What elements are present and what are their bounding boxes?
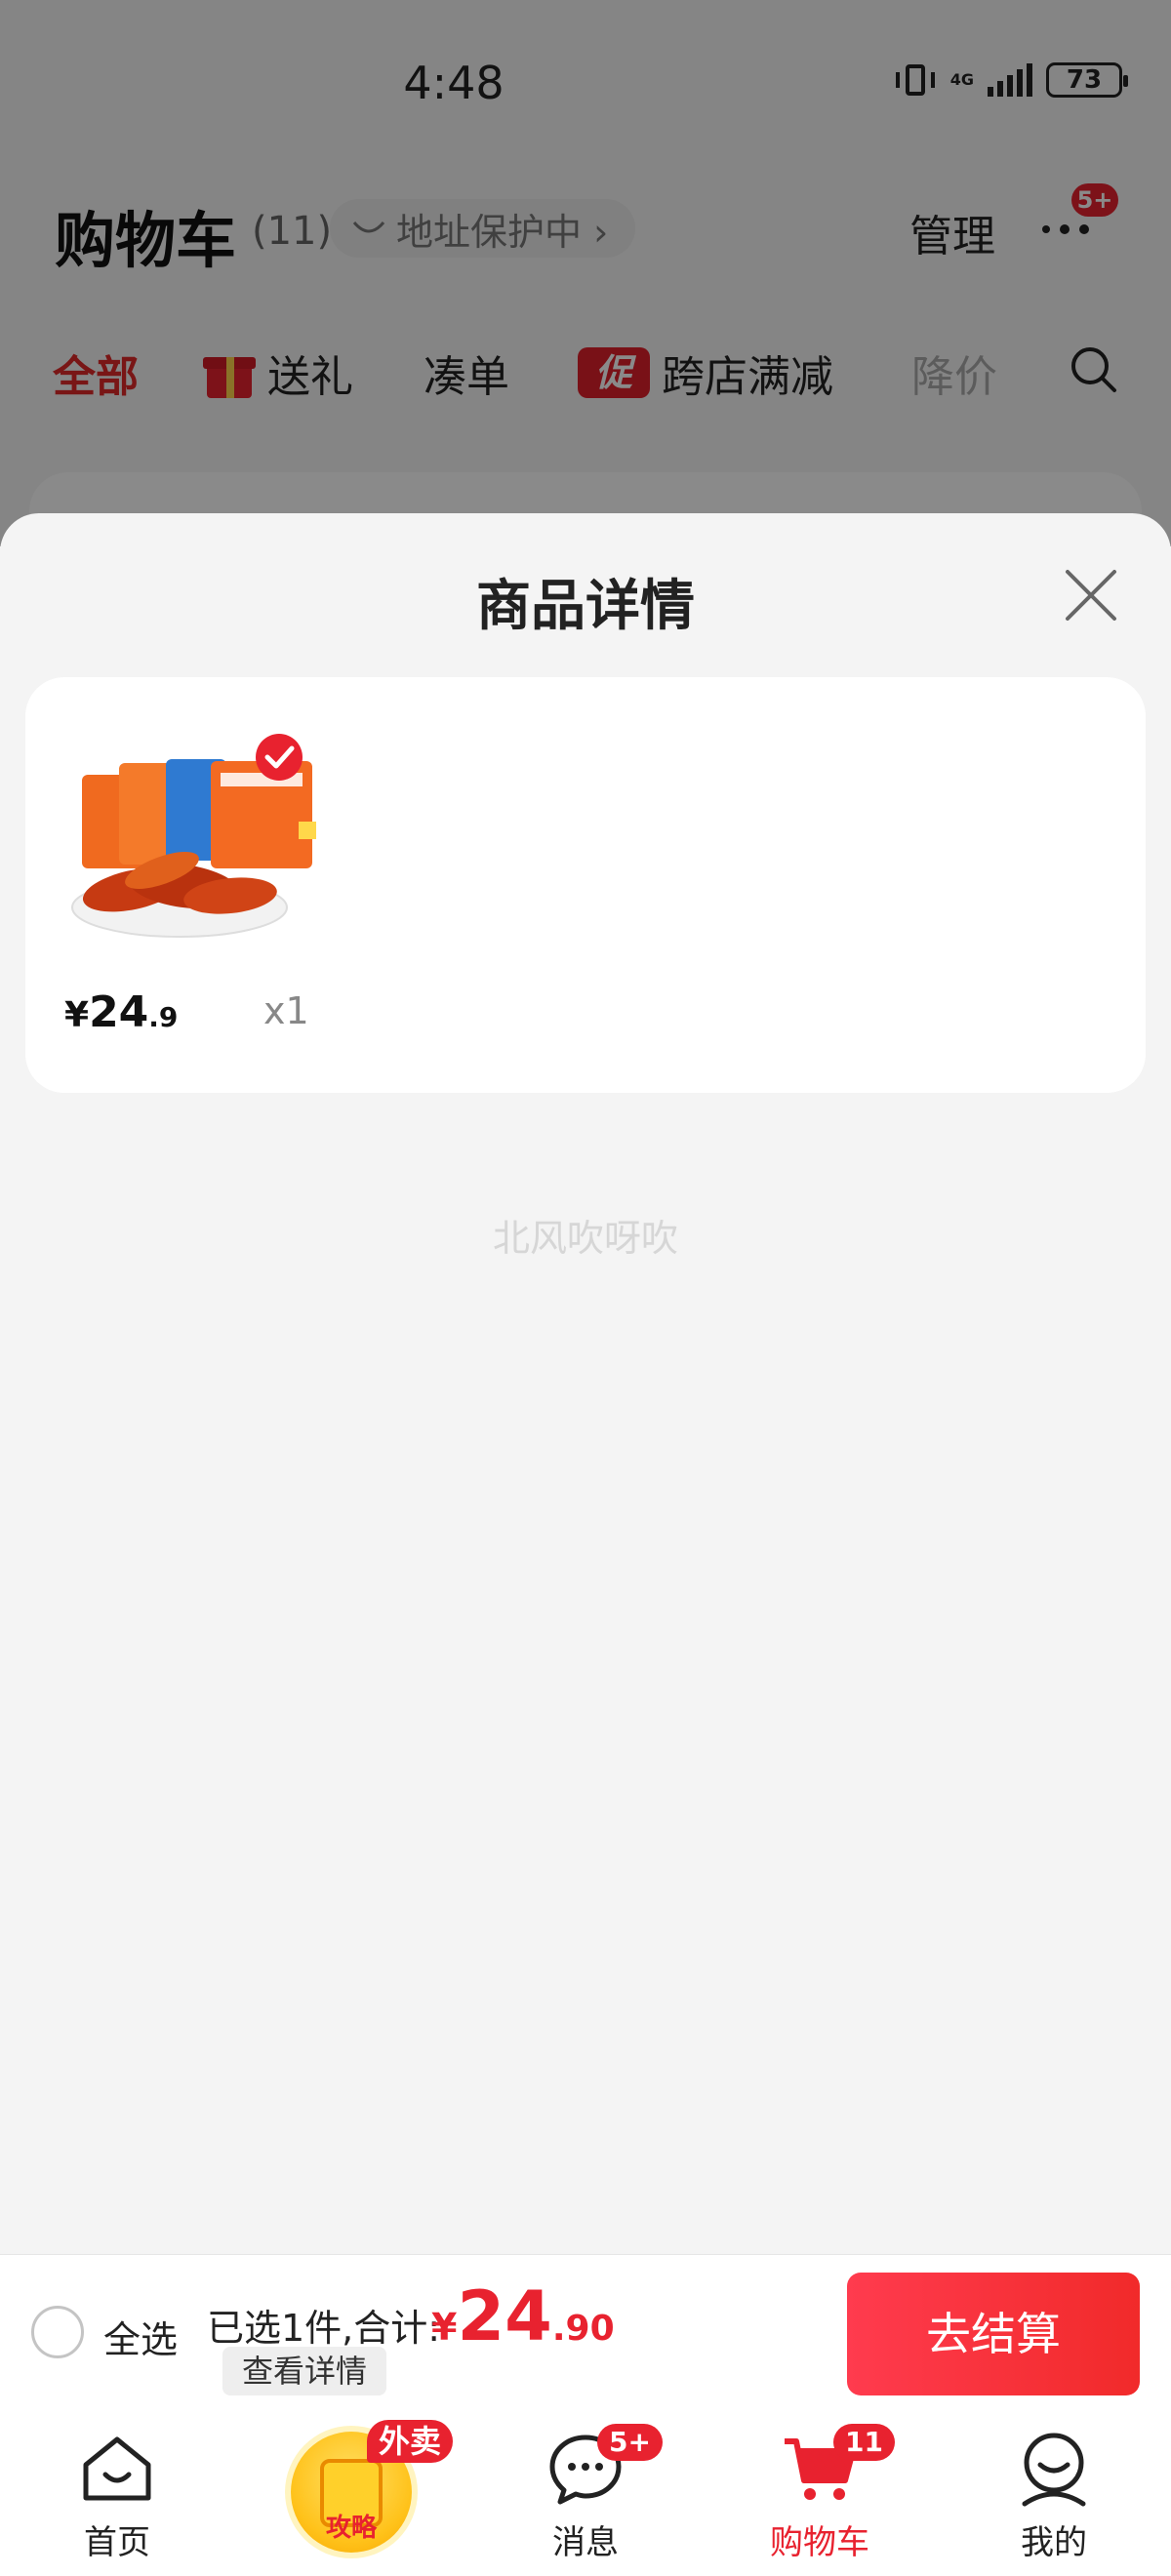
tab-label: 首页 [84,2523,150,2562]
home-icon [78,2430,156,2508]
item-quantity: x1 [263,989,309,1032]
tab-home[interactable]: 首页 [20,2410,215,2576]
tab-profile[interactable]: 我的 [956,2410,1151,2576]
item-price: ¥24.9 [64,987,178,1037]
view-details-button[interactable]: 查看详情 [222,2347,387,2395]
tab-label: 我的 [1021,2523,1087,2562]
select-all-checkbox[interactable] [31,2306,84,2358]
tab-label: 消息 [552,2523,619,2562]
profile-icon [1015,2430,1093,2508]
close-icon[interactable] [1064,568,1118,623]
selected-summary: 已选1件,合计: [207,2307,441,2350]
total-integer: 24 [457,2276,552,2356]
price-integer: 24 [89,987,149,1037]
messages-badge: 5+ [597,2424,663,2461]
bottom-tab-bar: 首页 攻略 外卖 消息 5+ 购物车 11 我的 [0,2410,1171,2576]
modal-overlay[interactable] [0,0,1171,546]
price-decimal: .9 [148,1001,179,1033]
price-symbol: ¥ [64,995,90,1035]
tab-label: 购物车 [770,2523,869,2562]
watermark: 北风吹呀吹 [492,1217,678,1260]
product-image[interactable] [64,734,328,948]
guide-label: 攻略 [325,2514,377,2543]
item-card: ¥24.9 x1 [25,677,1146,1093]
tab-messages[interactable]: 消息 5+ [488,2410,683,2576]
total-price: ¥24.90 [431,2276,615,2356]
checkout-bar: 全选 已选1件,合计: ¥24.90 查看详情 去结算 [0,2254,1171,2410]
product-details-sheet: 商品详情 ¥24.9 x1 北风吹呀吹 [0,513,1171,2254]
takeout-badge: 外卖 [367,2420,454,2463]
total-symbol: ¥ [431,2306,458,2349]
sheet-title: 商品详情 [476,575,695,638]
checkout-button[interactable]: 去结算 [847,2273,1140,2395]
cart-badge: 11 [833,2424,895,2461]
tab-cart[interactable]: 购物车 11 [722,2410,917,2576]
select-all-label[interactable]: 全选 [103,2310,178,2363]
total-decimal: .90 [551,2309,615,2349]
